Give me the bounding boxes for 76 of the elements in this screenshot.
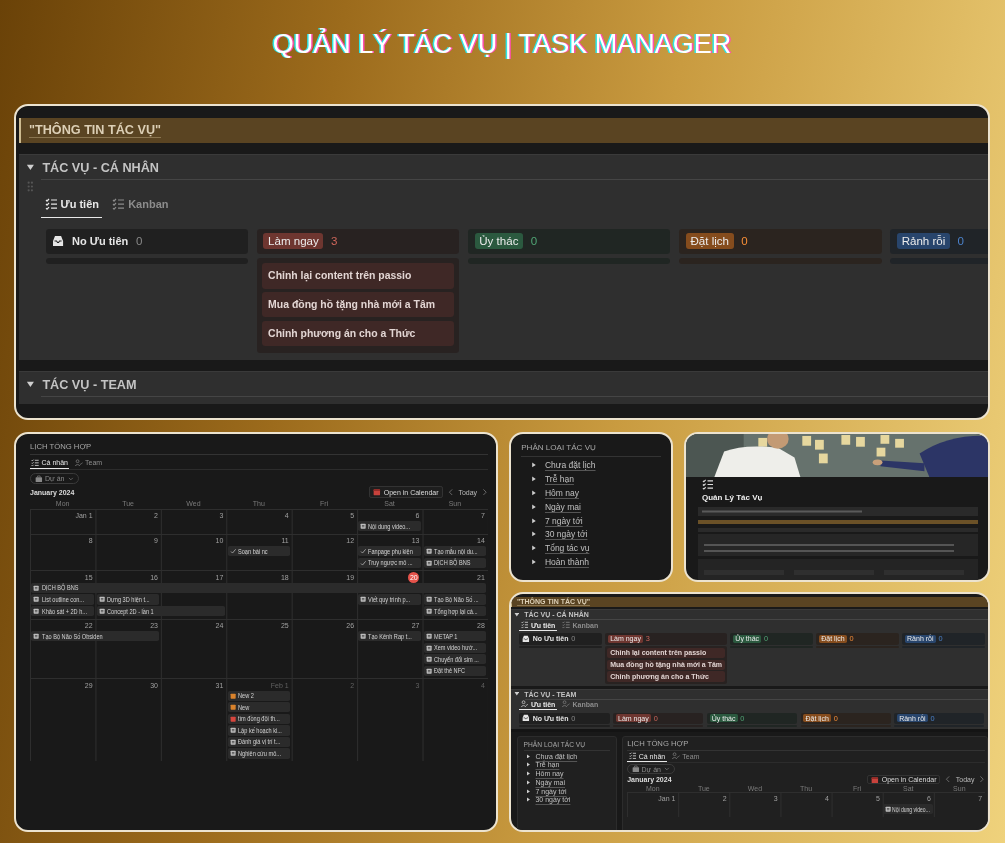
person-check-icon [520,700,529,709]
view-tab[interactable]: Ưu tiên [41,195,103,218]
task-card[interactable]: Chỉnh lại content trên passio [262,263,454,289]
banner-title: "THÔNG TIN TÁC VỤ" [29,123,162,139]
status-tag: Ủy thác [474,233,524,249]
checklist-icon [702,479,713,490]
card-count: 0 [741,235,748,248]
person-check-icon [672,752,680,760]
page-icon [33,584,40,592]
page-icon [425,633,432,640]
chevron-right-icon[interactable] [482,488,488,497]
task-card[interactable]: Chỉnh phương án cho a Thức [262,320,454,347]
card-count: 0 [135,235,143,248]
card-count: 0 [530,235,538,248]
page-icon [98,607,106,615]
page-title: QUẢN LÝ TÁC VỤ | TASK MANAGER [272,28,732,61]
column-title: No Ưu tiên [72,235,129,248]
task-card[interactable]: Mua đồng hồ tặng nhà mới a Tâm [262,291,454,318]
checklist-icon [628,752,637,760]
page-icon [425,667,432,674]
page-icon [425,596,432,603]
chevron-left-icon[interactable] [945,775,951,784]
inbox-icon [52,235,65,248]
page-icon [360,633,367,640]
chevron-right-icon[interactable] [979,775,985,784]
category-item[interactable]: Hôm nay [521,487,661,498]
briefcase-icon [631,765,640,774]
section-title: TÁC VỤ - TEAM [42,377,137,392]
page-icon [360,523,367,530]
category-item[interactable]: Tổng tác vụ [521,543,661,554]
page-icon [33,633,40,640]
section-title: TÁC VỤ - CÁ NHÂN [42,160,159,175]
page-icon [229,750,236,757]
calendar-icon [871,775,879,784]
category-item[interactable]: Chưa đặt lịch [521,460,661,471]
page-icon [425,656,432,663]
toggle-triangle-icon[interactable] [25,163,35,173]
toggle-triangle-icon[interactable] [513,612,520,618]
checklist-icon [112,198,125,211]
checklist-icon [31,458,40,467]
card-count: 0 [957,235,964,248]
category-item[interactable]: 30 ngày tới [521,529,661,540]
checklist-icon [562,621,571,629]
status-tag: Rảnh rỗi [897,233,950,249]
view-tab[interactable]: Kanban [108,195,172,218]
page-icon [229,727,236,734]
status-tag: Đặt lịch [685,233,734,249]
page-icon [884,805,892,813]
page-icon [360,596,367,603]
checklist-icon [520,621,529,629]
page-icon [33,596,40,603]
toggle-triangle-icon[interactable] [513,691,520,697]
calendar-icon [373,488,381,497]
page-icon [425,548,432,555]
card-count: 3 [331,235,338,248]
status-tag: Làm ngay [263,233,324,249]
category-item[interactable]: 7 ngày tới [521,515,661,526]
person-check-icon [562,700,571,709]
page-icon [425,607,432,615]
category-item[interactable]: Trễ hạn [521,474,661,485]
briefcase-icon [35,474,43,483]
checklist-icon [44,198,57,211]
page-icon [229,738,236,746]
page-icon [98,596,106,603]
category-item[interactable]: Hoàn thành [521,557,661,568]
toggle-triangle-icon[interactable] [25,380,35,390]
page-heading: Quản Lý Tác Vụ [702,493,764,502]
check-icon [229,548,236,555]
category-item[interactable]: Ngày mai [521,501,661,512]
drag-handle-icon[interactable] [27,180,34,192]
page-icon [425,559,432,566]
page-icon [425,644,432,651]
person-check-icon [74,458,83,467]
list-title: PHÂN LOẠI TÁC VỤ [521,442,661,457]
page-icon [33,607,40,615]
chevron-left-icon[interactable] [447,488,454,497]
